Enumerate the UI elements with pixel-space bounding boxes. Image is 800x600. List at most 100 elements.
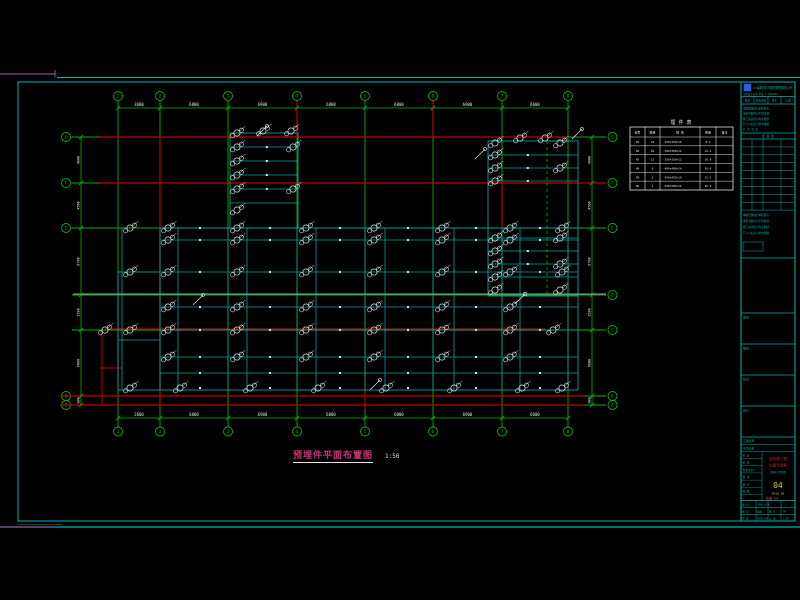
plate-dot [539, 239, 541, 241]
plate-marker [436, 308, 440, 312]
section-label: 校对 [743, 377, 749, 382]
dim-text-top: 6800 [394, 102, 404, 107]
plate-marker [376, 235, 380, 239]
plate-marker [287, 190, 291, 194]
dim-text-top: 6900 [463, 102, 473, 107]
plate-marker [554, 239, 558, 243]
plate-marker [562, 138, 566, 142]
plate-dot [527, 180, 529, 182]
sign-row-label: 审 定 [743, 454, 750, 458]
plate-marker [504, 331, 508, 335]
pt-cell: -300×300×12 [663, 149, 682, 153]
plate-dot [407, 356, 409, 358]
pt-cell: M5 [636, 175, 640, 179]
note-box [743, 242, 763, 251]
dim-text-right: 3500 [588, 308, 592, 316]
plate-dot [539, 271, 541, 273]
plate-dot [475, 372, 477, 374]
plate-marker [124, 331, 128, 335]
plate-marker [308, 352, 312, 356]
bf-label: 图 号 [769, 510, 776, 514]
plate-marker [239, 170, 243, 174]
plate-marker [300, 358, 304, 362]
pt-cell: 12 [651, 158, 655, 162]
bf-label: 设计号 [742, 503, 750, 507]
plate-marker [497, 246, 501, 250]
grid-bubble-right-label: B [611, 394, 614, 399]
plate-marker [252, 383, 256, 387]
plate-marker [497, 259, 501, 263]
pt-cell: 24 [651, 140, 655, 144]
plate-marker [308, 223, 312, 227]
plate-marker [124, 273, 128, 277]
plate-marker [554, 144, 558, 148]
plate-dot [269, 239, 271, 241]
plate-marker [124, 389, 128, 393]
plate-marker [308, 302, 312, 306]
cad-canvas: ××建筑设计研究院有限公司工程设计证书 甲级 A-1234567版次修改内容签名… [0, 0, 800, 600]
plate-marker [444, 267, 448, 271]
grid-bubble-right-label: F [611, 181, 614, 186]
grid-bubble-bottom-label: 5 [364, 429, 367, 434]
plate-marker [368, 229, 372, 233]
plate-marker [231, 176, 235, 180]
field-project: 工程名称 [743, 439, 754, 443]
grid-bubble-top-label: 5 [364, 94, 367, 99]
plate-marker [489, 278, 493, 282]
plate-marker [239, 205, 243, 209]
dim-text-bottom: 6900 [258, 412, 268, 417]
plate-marker [239, 156, 243, 160]
plate-dot [339, 271, 341, 273]
floor-beam-outline [160, 228, 578, 390]
plate-dot [475, 356, 477, 358]
plate-marker [182, 383, 186, 387]
dim-text-right: 900 [588, 397, 592, 403]
doc-line: 共 页 第 页 [743, 127, 758, 131]
grid-bubble-bottom-label: 1 [117, 429, 120, 434]
plate-marker [444, 235, 448, 239]
plate-marker [300, 273, 304, 277]
plate-marker [497, 176, 501, 180]
grid-bubble-top-label: 4 [296, 94, 299, 99]
plate-marker [162, 358, 166, 362]
company-name: ××建筑设计研究院有限公司 [753, 85, 792, 90]
plate-marker [162, 241, 166, 245]
plate-dot [407, 387, 409, 389]
parts-table-header: 规 格 [676, 130, 684, 135]
pt-cell: 8 [652, 166, 654, 170]
plate-dot [266, 188, 268, 190]
section-mark [370, 380, 380, 390]
pt-cell: 46.0 [705, 184, 712, 188]
section-label: 设计 [743, 408, 749, 413]
plate-marker [504, 241, 508, 245]
dim-text-right: 6700 [588, 257, 592, 265]
dim-text-bottom: 6800 [189, 412, 199, 417]
plate-dot [269, 271, 271, 273]
plate-marker [312, 389, 316, 393]
plate-marker [489, 169, 493, 173]
sign-label: 会 签 栏 [762, 133, 775, 138]
plate-dot [527, 263, 529, 265]
note-line: 未经书面许可不得复制 [743, 219, 769, 223]
plate-marker [320, 383, 324, 387]
plate-marker [300, 241, 304, 245]
plate-dot [539, 356, 541, 358]
pt-cell: 16 [651, 149, 655, 153]
plate-marker [300, 308, 304, 312]
plate-marker [448, 389, 452, 393]
grid-bubble-top-label: 2 [159, 94, 162, 99]
plate-marker [239, 235, 243, 239]
grid-bubble-right-label: G [611, 135, 614, 140]
parts-table-header: 备注 [721, 130, 727, 135]
sign-row-label: 专业负责人 [743, 468, 756, 472]
plate-marker [497, 138, 501, 142]
plate-marker [170, 235, 174, 239]
plate-dot [407, 227, 409, 229]
plate-marker [489, 252, 493, 256]
plate-marker [554, 169, 558, 173]
plate-dot [539, 372, 541, 374]
pt-cell: -500×500×16 [663, 184, 682, 188]
dim-text-left: 3500 [77, 308, 81, 316]
bf-label: 图 别 [742, 510, 749, 514]
plate-marker [162, 229, 166, 233]
